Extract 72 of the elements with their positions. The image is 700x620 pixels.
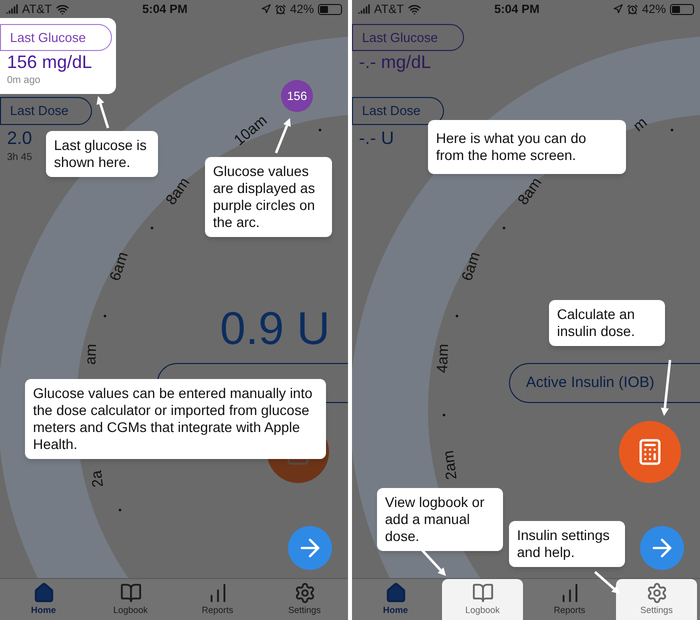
wifi-icon [408,2,421,16]
battery-percent: 42% [642,1,666,18]
alarm-icon [626,4,638,14]
glucose-age: 0m ago [6,74,42,88]
tab-item[interactable]: Home [3,579,84,620]
tooltip: View logbook or add a manual dose. [377,488,503,551]
tab-item[interactable]: Reports [177,579,258,620]
time-label: 6am [106,250,132,283]
tab-item[interactable]: Logbook [90,579,171,620]
pointer-arrow [421,549,446,576]
battery-icon [670,4,694,14]
time-label: m [630,114,651,136]
tick-dot [104,314,106,318]
time-label: 2a [88,470,107,488]
dose-amount: 0.9 U [220,301,330,356]
location-icon [260,4,271,14]
battery-percent: 42% [290,1,314,18]
tab-item[interactable]: Settings [616,579,697,620]
time-label: 4am [434,344,452,374]
tick-dot [502,226,506,230]
glucose-value: 156 mg/dL [6,51,94,73]
last-glucose-pill: Last Glucose [352,24,464,51]
status-time: 5:04 PM [494,1,540,18]
last-glucose-pill: Last Glucose [0,24,112,51]
tooltip: Calculate an insulin dose. [549,300,665,346]
next-button[interactable] [640,526,684,570]
dose-value: 2.0 [7,127,32,150]
last-dose-pill: Last Dose [0,97,92,125]
tooltip: Glucose values can be entered manually into the dose calculator or imported from glucose meters and CGMs that integrate with Apple Health. [25,379,326,459]
wifi-icon [56,2,69,16]
time-label: 8am [514,174,546,208]
carrier-text: AT&T [374,1,404,18]
time-label: 6am [458,250,484,283]
tab-icon [646,582,668,604]
tooltip: Insulin settings and help. [509,521,625,567]
tick-dot [118,508,122,512]
pointer-arrow [660,360,672,416]
tab-item[interactable]: Logbook [442,579,523,620]
dose-age: 3h 45 [7,151,32,165]
tab-item[interactable]: Reports [529,579,610,620]
tooltip: Here is what you can do from the home screen. [428,120,626,174]
tab-item[interactable]: Settings [264,579,345,620]
signal-icon [358,3,370,15]
tab-item[interactable]: Home [355,579,436,620]
pointer-arrow [594,571,620,594]
tick-dot [318,128,322,132]
battery-icon [318,4,342,14]
tick-dot [442,414,446,416]
glucose-value: -.- mg/dL [358,51,432,73]
time-label: am [82,344,100,365]
tab-icon [294,582,316,604]
tab-icon [472,582,494,604]
status-time: 5:04 PM [142,1,188,18]
active-insulin-pill: Active Insulin (IOB) [509,363,700,403]
tick-dot [150,226,154,230]
pointer-arrow [274,118,291,154]
dose-value: -.- U [359,127,394,150]
tab-icon [384,582,406,604]
tab-icon [120,582,142,604]
tooltip: Last glucose is shown here. [46,131,158,177]
carrier-text: AT&T [22,1,52,18]
pointer-arrow [96,96,110,128]
time-label: 2am [440,450,461,481]
alarm-icon [274,4,286,14]
signal-icon [6,3,18,15]
location-icon [612,4,623,14]
next-button[interactable] [288,526,332,570]
time-label: 8am [162,174,194,208]
tab-icon [32,582,54,604]
tick-dot [670,128,674,132]
tooltip: Glucose values are displayed as purple circles on the arc. [205,157,332,237]
tick-dot [456,314,458,318]
